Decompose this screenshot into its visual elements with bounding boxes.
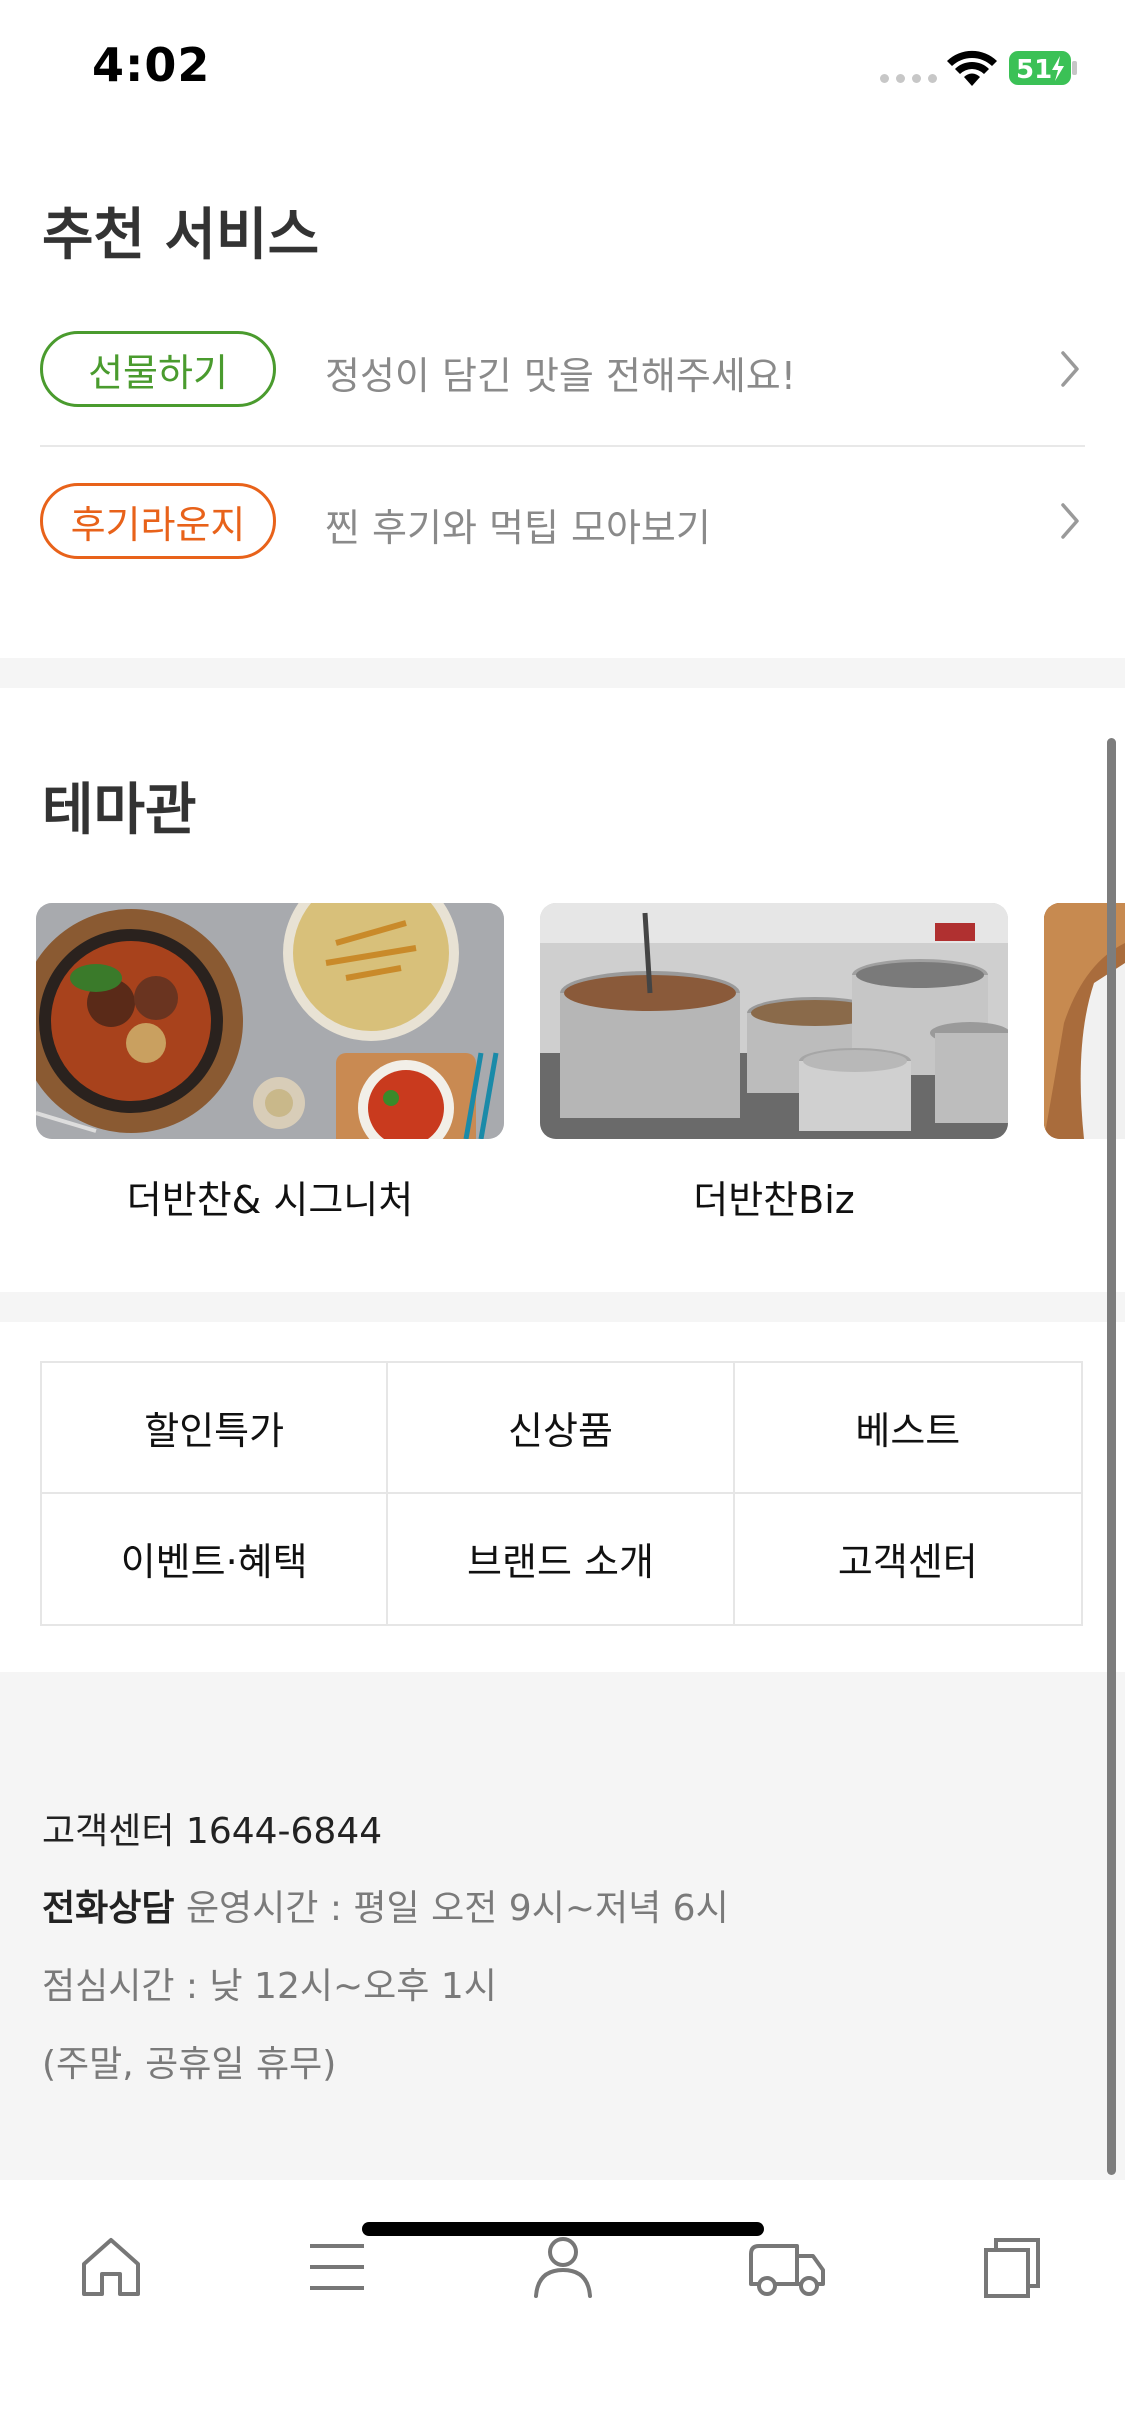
menu-best[interactable]: 베스트 <box>734 1363 1081 1494</box>
battery-icon: 51 <box>1009 51 1077 85</box>
service-row-review[interactable]: 후기라운지 찐 후기와 먹팁 모아보기 <box>40 447 1085 597</box>
wifi-icon <box>947 50 997 86</box>
chevron-right-icon <box>1061 351 1079 387</box>
battery-level: 51 <box>1016 55 1052 85</box>
customer-center-phone[interactable]: 고객센터 1644-6844 <box>42 1802 382 1854</box>
theme-title: 테마관 <box>42 778 197 843</box>
review-description: 찐 후기와 먹팁 모아보기 <box>325 506 711 550</box>
phone-hours: 전화상담 운영시간 : 평일 오전 9시~저녁 6시 <box>42 1879 729 1931</box>
theme-card-signature[interactable]: 더반찬& 시그니처 <box>36 903 504 1224</box>
phone-hours-text: 운영시간 : 평일 오전 9시~저녁 6시 <box>185 1888 729 1929</box>
menu-events[interactable]: 이벤트·혜택 <box>42 1493 389 1624</box>
theme-card-biz[interactable]: 더반찬Biz <box>540 903 1008 1224</box>
recommended-title: 추천 서비스 <box>42 203 320 268</box>
section-separator <box>0 1292 1125 1322</box>
menu-brand-intro[interactable]: 브랜드 소개 <box>388 1493 735 1624</box>
theme-label-biz: 더반찬Biz <box>693 1178 855 1222</box>
chevron-right-icon <box>1061 503 1079 539</box>
service-row-gift[interactable]: 선물하기 정성이 담긴 맛을 전해주세요! <box>40 295 1085 445</box>
scrollbar[interactable] <box>1107 738 1116 2175</box>
footer: 고객센터 1644-6844 전화상담 운영시간 : 평일 오전 9시~저녁 6… <box>0 1672 1125 2180</box>
bottom-tab-bar <box>0 2180 1125 2436</box>
phone-label: 전화상담 <box>42 1888 175 1929</box>
theme-image-biz <box>540 903 1008 1139</box>
quick-menu-grid: 할인특가 신상품 베스트 이벤트·혜택 브랜드 소개 고객센터 <box>40 1361 1083 1626</box>
status-bar: 4:02 51 <box>0 0 1125 140</box>
gift-pill[interactable]: 선물하기 <box>40 331 276 407</box>
cellular-signal-icon <box>880 74 937 83</box>
home-indicator[interactable] <box>362 2222 764 2236</box>
recent-icon[interactable] <box>966 2222 1056 2312</box>
status-time: 4:02 <box>92 38 211 92</box>
theme-label-signature: 더반찬& 시그니처 <box>126 1178 414 1222</box>
gift-description: 정성이 담긴 맛을 전해주세요! <box>325 354 796 398</box>
menu-customer-center[interactable]: 고객센터 <box>735 1494 1081 1625</box>
menu-new-products[interactable]: 신상품 <box>388 1363 735 1494</box>
theme-image-signature <box>36 903 504 1139</box>
lunch-hours: 점심시간 : 낮 12시~오후 1시 <box>42 1966 497 2007</box>
review-lounge-pill[interactable]: 후기라운지 <box>40 483 276 559</box>
holiday-note: (주말, 공휴일 휴무) <box>42 2044 337 2085</box>
menu-discount[interactable]: 할인특가 <box>42 1363 389 1494</box>
home-icon[interactable] <box>66 2222 156 2312</box>
section-separator <box>0 658 1125 688</box>
